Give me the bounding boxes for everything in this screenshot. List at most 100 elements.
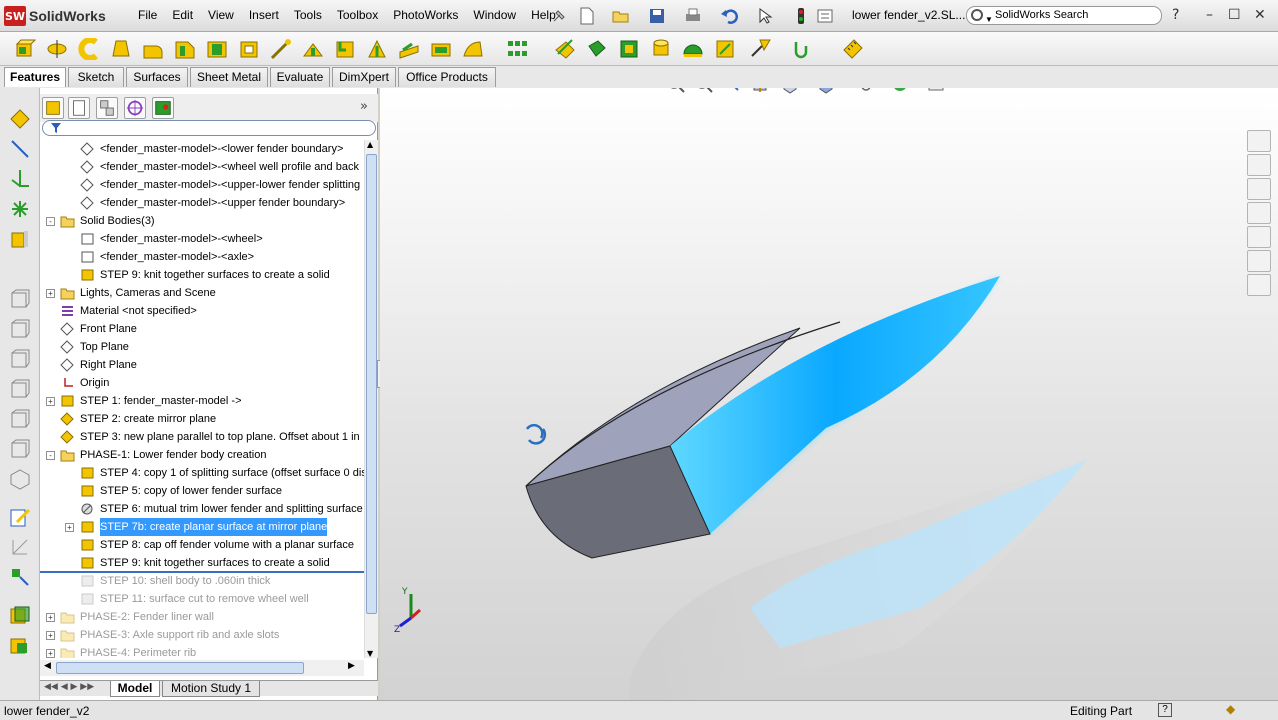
tab-sketch[interactable]: Sketch [68,67,124,87]
hide-show-items-icon[interactable] [852,88,872,94]
viewport-close-button[interactable]: ✕ [1250,88,1261,89]
menu-photoworks[interactable]: PhotoWorks [393,8,458,22]
line-icon[interactable] [9,138,31,160]
zoom-to-fit-icon[interactable] [666,88,686,94]
status-help-icon[interactable]: ? [1158,703,1172,717]
tree-item[interactable]: <fender_master-model>-<wheel> [40,230,364,248]
rib-icon[interactable] [302,38,324,60]
close-button[interactable]: ✕ [1254,7,1266,23]
rebuild-traffic-light-icon[interactable] [792,7,810,25]
select-arrow-icon[interactable] [756,7,774,25]
tab-features[interactable]: Features [4,67,66,87]
tree-item[interactable]: Origin [40,374,364,392]
section-view-icon[interactable] [750,88,770,94]
left-view-icon[interactable] [9,348,31,370]
solidworks-logo[interactable]: SW SolidWorks [4,5,124,27]
tree-item[interactable]: + STEP 1: fender_master-model -> [40,392,364,410]
options-icon[interactable] [816,7,834,25]
sweep-icon[interactable] [78,38,100,60]
tree-item[interactable]: <fender_master-model>-<lower fender boun… [40,140,364,158]
reference-geometry-icon[interactable] [618,38,640,60]
draft-icon[interactable] [238,38,260,60]
feature-tree-filter-input[interactable] [42,120,376,136]
scroll-down-arrow-icon[interactable]: ▼ [367,649,373,658]
tree-item[interactable]: STEP 3: new plane parallel to top plane.… [40,428,364,446]
expand-icon[interactable]: + [46,289,55,298]
tree-item[interactable]: STEP 4: copy 1 of splitting surface (off… [40,464,364,482]
top-view-icon[interactable] [9,408,31,430]
tab-sheet-metal[interactable]: Sheet Metal [190,67,268,87]
tree-item[interactable]: Top Plane [40,338,364,356]
point-icon[interactable] [9,198,31,220]
undo-icon[interactable] [720,7,738,25]
split-line-icon[interactable] [792,38,814,60]
cylinder-icon[interactable] [650,38,672,60]
tree-item[interactable]: + Lights, Cameras and Scene [40,284,364,302]
solidworks-resources-icon[interactable] [1247,130,1271,152]
expand-icon[interactable]: + [65,523,74,532]
save-icon[interactable] [648,7,666,25]
menu-view[interactable]: View [208,8,234,22]
scroll-left-arrow-icon[interactable]: ◀ [44,661,51,671]
collapse-panel-chevron-icon[interactable]: » [360,99,368,114]
tree-item[interactable]: STEP 5: copy of lower fender surface [40,482,364,500]
tab-office-products[interactable]: Office Products [398,67,496,87]
sketch-icon[interactable] [9,108,31,130]
extruded-boss-icon[interactable] [14,38,36,60]
dimxpert-manager-tab-icon[interactable] [124,97,146,119]
menu-window[interactable]: Window [473,8,516,22]
tree-item[interactable]: + STEP 7b: create planar surface at mirro… [40,518,364,536]
configuration-manager-tab-icon[interactable] [96,97,118,119]
tree-item[interactable]: - PHASE-1: Lower fender body creation [40,446,364,464]
feature-tree-horizontal-scrollbar[interactable]: ◀ ▶ [40,660,364,676]
chamfer-icon[interactable] [174,38,196,60]
dome-icon[interactable] [682,38,704,60]
measure-icon[interactable] [842,38,864,60]
display-style-icon[interactable] [816,88,836,94]
back-view-icon[interactable] [9,318,31,340]
isometric-view-icon[interactable] [9,468,31,490]
pin-icon[interactable] [550,7,568,25]
axis-icon[interactable] [9,168,31,190]
mate-icon[interactable] [9,634,31,656]
relations-icon[interactable] [9,566,31,588]
loft-icon[interactable] [110,38,132,60]
curves-icon[interactable] [714,38,736,60]
graphics-viewport[interactable]: Y Z – ❐ ✕ [380,88,1278,700]
reference-plane-icon[interactable] [586,38,608,60]
edit-appearance-icon[interactable] [890,88,910,94]
maximize-button[interactable]: ☐ [1228,7,1241,23]
tree-item[interactable]: STEP 10: shell body to .060in thick [40,572,364,590]
shell-icon[interactable] [206,38,228,60]
fillet-icon[interactable] [142,38,164,60]
previous-view-icon[interactable] [722,88,742,94]
scroll-right-arrow-icon[interactable]: ▶ [348,661,355,671]
expand-icon[interactable]: + [46,397,55,406]
minimize-button[interactable]: – [1206,7,1213,23]
custom-properties-icon[interactable] [1247,274,1271,296]
expand-icon[interactable]: + [46,649,55,658]
menu-tools[interactable]: Tools [294,8,322,22]
hole-wizard-icon[interactable] [270,38,292,60]
menu-file[interactable]: File [138,8,157,22]
tree-item[interactable]: + PHASE-3: Axle support rib and axle slot… [40,626,364,644]
design-library-icon[interactable] [1247,154,1271,176]
tree-item[interactable]: STEP 9: knit together surfaces to create… [40,554,364,572]
tree-item[interactable]: <fender_master-model>-<axle> [40,248,364,266]
revolved-cut-icon[interactable] [366,38,388,60]
search-results-icon[interactable] [1247,202,1271,224]
tree-item[interactable]: <fender_master-model>-<wheel well profil… [40,158,364,176]
viewport-minimize-button[interactable]: – [1204,88,1211,89]
tab-model[interactable]: Model [110,681,160,697]
new-document-icon[interactable] [578,7,596,25]
tree-item[interactable]: + PHASE-2: Fender liner wall [40,608,364,626]
tree-item[interactable]: + PHASE-4: Perimeter rib [40,644,364,658]
tree-item[interactable]: STEP 2: create mirror plane [40,410,364,428]
tree-item[interactable]: STEP 8: cap off fender volume with a pla… [40,536,364,554]
tree-item[interactable]: Front Plane [40,320,364,338]
help-button[interactable]: ? [1172,7,1179,23]
open-folder-icon[interactable] [612,7,630,25]
front-view-icon[interactable] [9,288,31,310]
instant3d-icon[interactable] [750,38,772,60]
expand-icon[interactable]: + [46,631,55,640]
